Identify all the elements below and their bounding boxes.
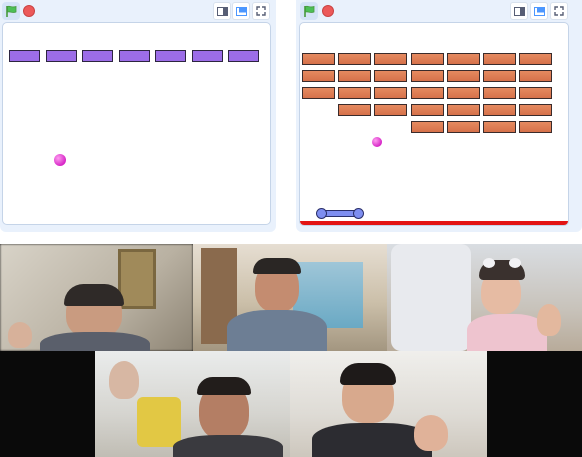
small-stage-icon — [216, 6, 228, 16]
video-call-grid — [0, 244, 582, 457]
ball — [372, 137, 382, 147]
brick — [446, 87, 480, 99]
brick — [45, 50, 77, 62]
brick — [9, 50, 40, 62]
brick — [519, 87, 553, 99]
small-stage-icon — [513, 6, 525, 16]
paddle[interactable] — [316, 208, 364, 219]
fullscreen-icon — [554, 6, 564, 16]
participant-hand — [537, 304, 561, 336]
fullscreen-button[interactable] — [550, 2, 568, 20]
participant-body — [173, 435, 283, 457]
empty-tile — [0, 351, 95, 457]
participant-body — [467, 314, 547, 351]
stop-icon[interactable] — [23, 5, 35, 17]
brick — [519, 70, 553, 82]
floor-line — [300, 221, 568, 225]
video-tile[interactable] — [387, 244, 582, 351]
video-tile[interactable] — [193, 244, 387, 351]
stage-panel-right — [296, 0, 582, 232]
screen — [0, 0, 582, 457]
brick — [338, 70, 372, 82]
small-stage-button[interactable] — [510, 2, 528, 20]
brick — [446, 53, 480, 65]
hair-bow — [483, 258, 495, 268]
brick — [374, 104, 408, 116]
brick — [155, 50, 186, 62]
brick — [483, 121, 516, 133]
participant-hand — [109, 361, 139, 399]
brick — [191, 50, 223, 62]
brick — [118, 50, 150, 62]
game-stage-left[interactable] — [2, 22, 271, 225]
empty-tile — [487, 351, 582, 457]
brick — [410, 104, 444, 116]
green-flag-icon — [5, 5, 16, 17]
stage-toolbar — [296, 0, 582, 22]
brick — [338, 53, 372, 65]
brick — [338, 104, 372, 116]
normal-stage-icon — [235, 6, 247, 16]
brick — [483, 104, 516, 116]
brick — [410, 121, 444, 133]
paddle-end — [353, 208, 364, 219]
ball — [54, 154, 66, 166]
normal-stage-icon — [533, 6, 545, 16]
brick — [483, 70, 516, 82]
brick — [519, 53, 553, 65]
brick — [410, 53, 444, 65]
video-tile[interactable] — [95, 351, 290, 457]
participant-hair — [340, 363, 396, 385]
brick — [446, 104, 480, 116]
brick — [302, 53, 335, 65]
green-flag-button[interactable] — [300, 2, 318, 20]
brick — [82, 50, 113, 62]
participant-body — [227, 310, 327, 351]
brick — [374, 53, 408, 65]
normal-stage-button[interactable] — [530, 2, 548, 20]
green-flag-icon — [303, 5, 314, 17]
paddle-end — [316, 208, 327, 219]
participant-hand — [414, 415, 448, 451]
divider — [0, 232, 582, 244]
participant-body — [40, 332, 150, 351]
green-flag-button[interactable] — [2, 2, 20, 20]
game-stage-right[interactable] — [299, 22, 569, 226]
fullscreen-button[interactable] — [252, 2, 270, 20]
brick — [483, 87, 516, 99]
video-tile[interactable] — [290, 351, 487, 457]
brick — [302, 87, 335, 99]
brick — [338, 87, 372, 99]
brick — [374, 70, 408, 82]
brick — [374, 87, 408, 99]
participant-hair — [64, 284, 124, 306]
participant-hand — [8, 322, 32, 348]
brick — [446, 70, 480, 82]
brick — [302, 70, 335, 82]
stage-toolbar — [0, 0, 276, 22]
brick — [483, 53, 516, 65]
brick — [519, 121, 553, 133]
fullscreen-icon — [256, 6, 266, 16]
brick — [519, 104, 553, 116]
brick — [446, 121, 480, 133]
yellow-object — [137, 397, 181, 447]
brick — [228, 50, 259, 62]
standing-person — [391, 244, 471, 351]
video-tile[interactable] — [0, 244, 193, 351]
brick — [410, 70, 444, 82]
small-stage-button[interactable] — [213, 2, 231, 20]
stage-panel-left — [0, 0, 276, 232]
stop-icon[interactable] — [322, 5, 334, 17]
brick — [410, 87, 444, 99]
normal-stage-button[interactable] — [232, 2, 250, 20]
hair-bow — [509, 258, 521, 268]
participant-hair — [197, 377, 251, 395]
participant-hair — [253, 258, 301, 274]
